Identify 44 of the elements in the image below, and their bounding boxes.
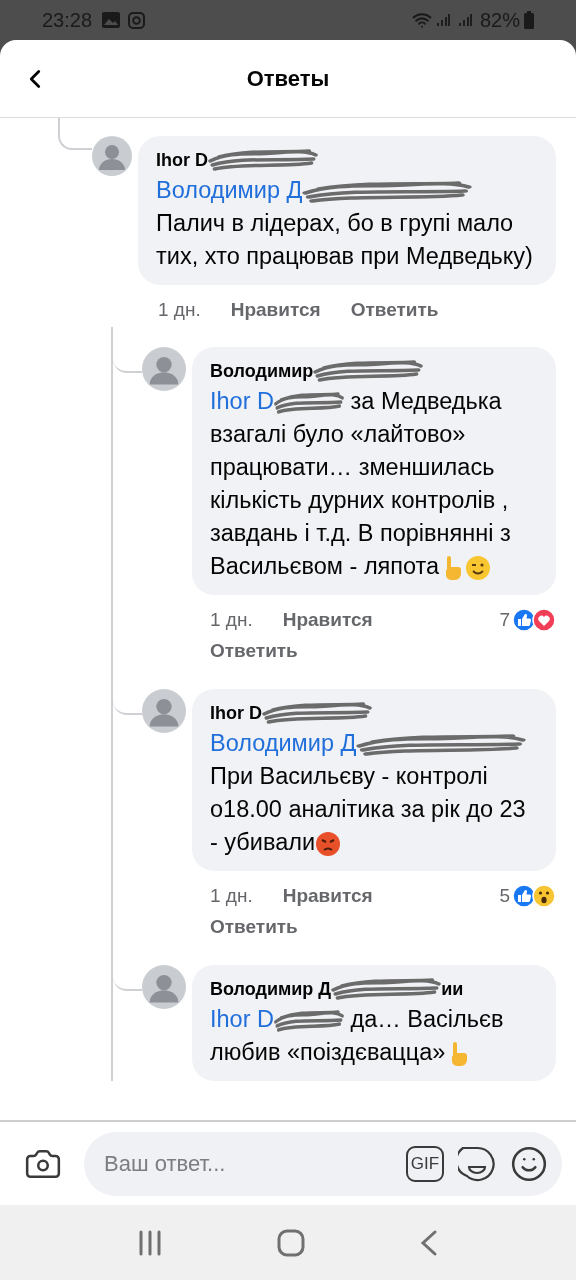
author-name[interactable]: Володимир Д: [210, 975, 332, 1003]
reply-field[interactable]: Ваш ответ... GIF: [84, 1131, 562, 1196]
avatar: [142, 965, 186, 1009]
mention-link[interactable]: Ihor D: [210, 1006, 274, 1032]
reply-link[interactable]: Ответить: [350, 295, 439, 325]
comment-text: Ihor D да… Васільєв любив «поіздєвацца»: [210, 1005, 505, 1069]
mention-link[interactable]: Володимир Д: [156, 177, 303, 203]
comment-time: 1 дн.: [158, 297, 201, 322]
gif-button[interactable]: GIF: [406, 1145, 444, 1182]
author-name[interactable]: Володимир: [210, 357, 314, 385]
recent-apps-icon[interactable]: [137, 1229, 162, 1256]
comment-text: Володимир Д При Васильєву - контролі о18.00 аналітика за рік до 23 - убивали: [210, 729, 528, 859]
page-title: Ответы: [245, 65, 331, 93]
reply-input[interactable]: Ваш ответ...: [104, 1147, 392, 1180]
home-icon[interactable]: [277, 1228, 305, 1257]
emoji-icon[interactable]: [510, 1144, 548, 1183]
comment-text: Ihor D за Медведька взагалі було «лайтово» працювати… зменшилась кількість дурних контролів , завдань і т.д. В порівнянні з Васильєвом - ляпота: [210, 387, 512, 583]
instagram-icon: [128, 11, 146, 29]
author-name[interactable]: Ihor D: [156, 146, 208, 174]
avatar: [142, 347, 186, 391]
author-name-end: ии: [441, 978, 464, 1001]
author-name[interactable]: Ihor D: [210, 699, 262, 727]
comment-time: 1 дн.: [210, 607, 253, 632]
redaction-scribble: [274, 389, 344, 416]
sticker-icon[interactable]: [458, 1144, 496, 1183]
redaction-scribble: [274, 1007, 344, 1034]
wifi-icon: [411, 10, 432, 30]
like-link[interactable]: Нравится: [282, 605, 373, 635]
mention-link[interactable]: Володимир Д: [210, 730, 357, 756]
back-icon[interactable]: [420, 1228, 439, 1257]
reaction-count: 5: [499, 883, 510, 908]
reaction-count: 7: [499, 607, 510, 632]
comment-time: 1 дн.: [210, 883, 253, 908]
reply-link[interactable]: Ответить: [210, 636, 298, 666]
avatar: [92, 136, 132, 176]
thread-connector: [58, 118, 92, 150]
like-link[interactable]: Нравится: [230, 295, 321, 325]
comment-text: Володимир Д Палич в лідерах, бо в групі мало тих, хто працював при Медведьку): [156, 176, 534, 271]
mention-link[interactable]: Ihor D: [210, 388, 274, 414]
avatar: [142, 689, 186, 733]
battery-icon: [524, 11, 534, 29]
reply-link[interactable]: Ответить: [210, 912, 298, 942]
like-link[interactable]: Нравится: [282, 881, 373, 911]
gallery-icon: [102, 12, 121, 28]
